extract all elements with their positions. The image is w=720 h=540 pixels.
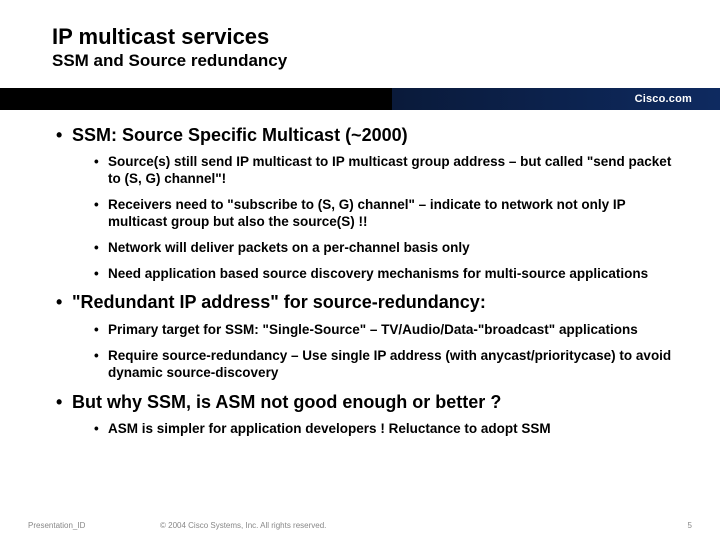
sub-bullet-item: Source(s) still send IP multicast to IP … — [94, 154, 684, 188]
sub-bullet-list: Source(s) still send IP multicast to IP … — [72, 154, 684, 282]
sub-bullet-list: ASM is simpler for application developer… — [72, 421, 684, 438]
bullet-item: SSM: Source Specific Multicast (~2000) S… — [56, 124, 684, 283]
sub-bullet-item: Need application based source discovery … — [94, 266, 684, 283]
footer-page-number: 5 — [660, 521, 720, 530]
bullet-text: "Redundant IP address" for source-redund… — [72, 292, 486, 312]
brand-bar: Cisco.com — [0, 88, 720, 110]
sub-bullet-list: Primary target for SSM: "Single-Source" … — [72, 322, 684, 382]
slide-subtitle: SSM and Source redundancy — [52, 51, 720, 71]
brand-text: Cisco.com — [635, 93, 692, 105]
bullet-item: But why SSM, is ASM not good enough or b… — [56, 391, 684, 438]
bullet-list: SSM: Source Specific Multicast (~2000) S… — [56, 124, 684, 438]
sub-bullet-item: Primary target for SSM: "Single-Source" … — [94, 322, 684, 339]
sub-bullet-item: Network will deliver packets on a per-ch… — [94, 240, 684, 257]
slide-header: IP multicast services SSM and Source red… — [0, 0, 720, 78]
bullet-item: "Redundant IP address" for source-redund… — [56, 291, 684, 381]
bullet-text: SSM: Source Specific Multicast (~2000) — [72, 125, 408, 145]
footer-id: Presentation_ID — [0, 521, 160, 530]
brand-bar-blue: Cisco.com — [392, 88, 720, 110]
slide-title: IP multicast services — [52, 24, 720, 49]
bullet-text: But why SSM, is ASM not good enough or b… — [72, 392, 501, 412]
sub-bullet-item: Receivers need to "subscribe to (S, G) c… — [94, 197, 684, 231]
slide-content: SSM: Source Specific Multicast (~2000) S… — [0, 110, 720, 438]
brand-bar-black — [0, 88, 392, 110]
sub-bullet-item: Require source-redundancy – Use single I… — [94, 348, 684, 382]
sub-bullet-item: ASM is simpler for application developer… — [94, 421, 684, 438]
footer-copyright: © 2004 Cisco Systems, Inc. All rights re… — [160, 521, 660, 530]
slide-footer: Presentation_ID © 2004 Cisco Systems, In… — [0, 521, 720, 530]
